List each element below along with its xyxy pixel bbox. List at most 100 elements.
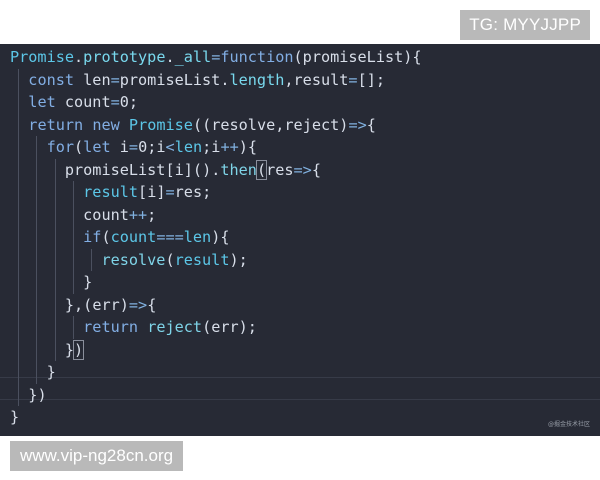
token-param: resolve bbox=[211, 115, 276, 134]
indent-guide bbox=[54, 181, 56, 204]
token-prop: _all bbox=[174, 48, 212, 66]
token-op: = bbox=[211, 48, 221, 66]
token-var: err bbox=[211, 318, 239, 336]
indent-guide bbox=[72, 271, 74, 294]
token-var: count bbox=[55, 93, 111, 111]
token-op: => bbox=[293, 160, 312, 179]
token-op: < bbox=[165, 138, 175, 156]
code-line[interactable]: if(count===len){ bbox=[10, 226, 422, 249]
token-punc: } bbox=[64, 340, 75, 359]
token-param: promiseList bbox=[302, 48, 404, 66]
token-kw: return bbox=[28, 115, 84, 134]
code-line[interactable]: } bbox=[10, 406, 422, 429]
token-type: result bbox=[174, 250, 230, 269]
token-type: len bbox=[174, 138, 203, 156]
token-num: 0 bbox=[138, 138, 148, 156]
indent-guide bbox=[18, 158, 19, 181]
code-line[interactable]: } bbox=[10, 271, 422, 294]
token-type: Promise bbox=[128, 115, 193, 134]
token-prop: prototype bbox=[83, 48, 166, 66]
token-punc: , bbox=[284, 70, 294, 89]
code-line[interactable]: resolve(result); bbox=[10, 248, 422, 271]
token-punc: ){ bbox=[403, 48, 422, 66]
indent-guide bbox=[18, 226, 19, 249]
code-line[interactable]: return reject(err); bbox=[10, 316, 422, 339]
token-param: err bbox=[92, 295, 120, 314]
token-var: promiseList bbox=[119, 70, 221, 89]
token-op: = bbox=[110, 70, 120, 89]
code-line[interactable]: }) bbox=[10, 383, 422, 406]
token-var: res bbox=[174, 183, 203, 201]
indent-guide bbox=[91, 248, 93, 271]
token-punc: }) bbox=[28, 385, 47, 404]
token-op: => bbox=[128, 295, 148, 314]
token-punc: []; bbox=[357, 70, 385, 89]
token-punc: ( bbox=[255, 159, 268, 180]
token-punc: { bbox=[311, 160, 321, 179]
screenshot-page: TG: MYYJJPP Promise.prototype._all=funct… bbox=[0, 0, 600, 480]
indent-guide bbox=[72, 181, 74, 204]
token-punc: . bbox=[220, 70, 230, 89]
indent-guide bbox=[18, 113, 19, 136]
indent-guide bbox=[54, 203, 56, 226]
token-var: i bbox=[110, 138, 129, 156]
code-line[interactable]: Promise.prototype._all=function(promiseL… bbox=[10, 46, 422, 69]
indent-guide bbox=[54, 271, 56, 294]
token-punc: } bbox=[46, 363, 56, 381]
indent-guide bbox=[18, 248, 19, 271]
code-line[interactable]: let count=0; bbox=[10, 91, 422, 114]
token-op: ++ bbox=[128, 205, 148, 224]
code-block[interactable]: Promise.prototype._all=function(promiseL… bbox=[10, 46, 422, 429]
token-punc: { bbox=[366, 115, 376, 134]
code-line[interactable]: } bbox=[10, 361, 422, 384]
code-line[interactable]: result[i]=res; bbox=[10, 181, 422, 204]
token-func: resolve bbox=[101, 250, 166, 269]
token-param: res bbox=[266, 160, 294, 179]
code-line[interactable]: count++; bbox=[10, 203, 422, 226]
code-line[interactable]: for(let i=0;i<len;i++){ bbox=[10, 136, 422, 159]
indent-guide bbox=[18, 383, 19, 406]
indent-guide bbox=[18, 338, 19, 361]
code-line[interactable]: }) bbox=[10, 338, 422, 361]
code-line[interactable]: },(err)=>{ bbox=[10, 293, 422, 316]
token-punc: . bbox=[74, 48, 84, 66]
token-op: ++ bbox=[220, 138, 239, 156]
indent-guide bbox=[54, 316, 56, 339]
token-punc: (( bbox=[192, 115, 212, 134]
token-type: len bbox=[183, 228, 212, 246]
code-line[interactable]: return new Promise((resolve,reject)=>{ bbox=[10, 113, 422, 136]
code-line[interactable]: const len=promiseList.length,result=[]; bbox=[10, 68, 422, 91]
indent-guide bbox=[18, 361, 19, 384]
token-type: count bbox=[110, 228, 157, 246]
token-kw: let bbox=[83, 138, 111, 156]
indent-guide bbox=[36, 136, 38, 159]
token-punc: { bbox=[147, 295, 157, 314]
token-op: = bbox=[128, 138, 139, 156]
token-var: len bbox=[74, 70, 111, 89]
token-op: = bbox=[110, 93, 120, 111]
indent-guide bbox=[72, 248, 74, 271]
code-editor[interactable]: Promise.prototype._all=function(promiseL… bbox=[0, 44, 600, 436]
indent-guide bbox=[36, 271, 38, 294]
url-watermark-badge: www.vip-ng28cn.org bbox=[10, 441, 184, 471]
token-var: count bbox=[83, 205, 129, 224]
juejin-watermark: @掘金技术社区 bbox=[547, 421, 590, 428]
code-line[interactable]: promiseList[i]().then(res=>{ bbox=[10, 158, 422, 181]
token-punc: ; bbox=[147, 138, 157, 156]
token-param: reject bbox=[284, 115, 340, 134]
token-punc: ){ bbox=[238, 138, 258, 156]
token-op: = bbox=[165, 183, 175, 201]
indent-guide bbox=[18, 181, 19, 204]
indent-guide bbox=[18, 136, 19, 159]
indent-guide bbox=[36, 203, 38, 226]
token-kw: for bbox=[46, 138, 75, 156]
token-punc: ](). bbox=[183, 160, 221, 179]
token-punc: ( bbox=[165, 250, 175, 269]
token-punc: ) bbox=[73, 339, 85, 360]
token-var: result bbox=[293, 70, 349, 89]
token-punc: [ bbox=[138, 183, 148, 201]
token-punc: ( bbox=[293, 48, 303, 66]
